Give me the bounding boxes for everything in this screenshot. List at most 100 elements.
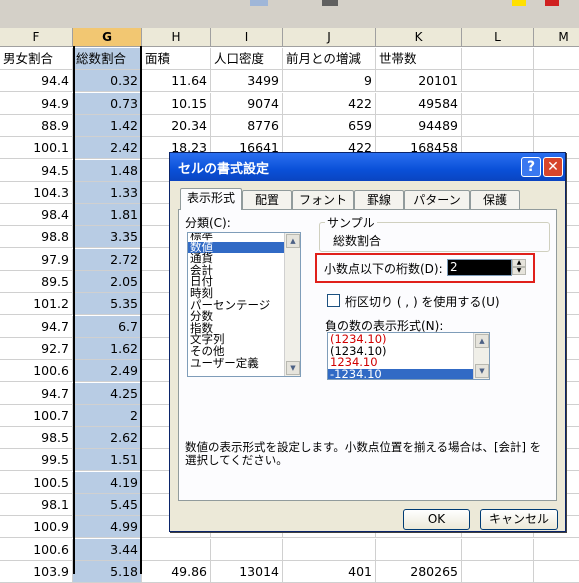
cell[interactable]: 100.9	[0, 516, 73, 539]
cell[interactable]: 5.35	[73, 293, 142, 316]
cell[interactable]: 3.44	[73, 538, 142, 561]
cell[interactable]: 98.5	[0, 427, 73, 450]
column-header[interactable]: G	[73, 28, 142, 46]
font-color-icon[interactable]	[545, 0, 559, 6]
close-button[interactable]: ✕	[543, 157, 563, 177]
column-header[interactable]: K	[376, 28, 462, 46]
cell[interactable]	[462, 92, 534, 115]
scroll-down-icon[interactable]: ▼	[475, 364, 489, 378]
cell[interactable]: 8776	[211, 114, 283, 137]
cell[interactable]: 4.19	[73, 471, 142, 494]
scroll-down-icon[interactable]: ▼	[286, 361, 300, 375]
cell[interactable]: 97.9	[0, 248, 73, 271]
cell[interactable]: 3499	[211, 70, 283, 93]
cell[interactable]	[142, 538, 211, 561]
cell[interactable]: 1.51	[73, 449, 142, 472]
cell[interactable]	[376, 538, 462, 561]
cell[interactable]: 49.86	[142, 560, 211, 583]
cell[interactable]	[534, 561, 579, 583]
thousands-separator-checkbox[interactable]	[327, 294, 340, 307]
decimal-places-spinner[interactable]: ▲ ▼	[512, 259, 526, 276]
toolbar-button-icon[interactable]	[250, 0, 268, 6]
cell[interactable]: 49584	[376, 92, 462, 115]
cell[interactable]: 94.5	[0, 159, 73, 182]
decimal-places-input[interactable]: 2	[447, 259, 512, 276]
cell[interactable]: 6.7	[73, 315, 142, 338]
toolbar-button-icon[interactable]	[322, 0, 338, 6]
cell[interactable]: 20101	[376, 70, 462, 93]
help-button[interactable]: ?	[521, 157, 541, 177]
cell[interactable]: 98.1	[0, 494, 73, 516]
cell[interactable]	[462, 560, 534, 583]
tab-font[interactable]: フォント	[292, 190, 354, 209]
column-header[interactable]: L	[462, 28, 534, 46]
cancel-button[interactable]: キャンセル	[480, 509, 558, 530]
cell[interactable]: 100.5	[0, 471, 73, 494]
tab-protection[interactable]: 保護	[470, 190, 520, 209]
cell[interactable]	[462, 48, 534, 70]
cell[interactable]: 人口密度	[211, 48, 283, 70]
cell[interactable]: 10.15	[142, 92, 211, 115]
cell[interactable]: 89.5	[0, 271, 73, 293]
cell[interactable]: 総数割合	[73, 48, 142, 70]
cell[interactable]	[283, 538, 376, 561]
cell[interactable]: 100.7	[0, 404, 73, 427]
cell[interactable]	[534, 93, 579, 115]
cell[interactable]: 94.7	[0, 382, 73, 405]
cell[interactable]: 11.64	[142, 70, 211, 93]
cell[interactable]: 9074	[211, 92, 283, 115]
cell[interactable]: 94.9	[0, 92, 73, 115]
column-header[interactable]: F	[0, 28, 73, 46]
cell[interactable]	[462, 114, 534, 137]
cell[interactable]: 1.48	[73, 159, 142, 182]
cell[interactable]	[534, 115, 579, 137]
cell[interactable]: 92.7	[0, 337, 73, 360]
cell[interactable]	[534, 539, 579, 561]
scroll-up-icon[interactable]: ▲	[475, 334, 489, 348]
dialog-titlebar[interactable]: セルの書式設定 ? ✕	[170, 153, 565, 181]
tab-alignment[interactable]: 配置	[242, 190, 292, 209]
cell[interactable]: 4.25	[73, 382, 142, 405]
cell[interactable]: 1.62	[73, 337, 142, 360]
cell[interactable]: 面積	[142, 48, 211, 70]
cell[interactable]: 0.32	[73, 70, 142, 93]
negative-format-item[interactable]: -1234.10	[328, 368, 489, 379]
cell[interactable]: 2.05	[73, 271, 142, 293]
cell[interactable]: 1.33	[73, 181, 142, 204]
cell[interactable]: 98.4	[0, 204, 73, 227]
category-listbox[interactable]: 標準 数値 通貨 会計 日付 時刻 パーセンテージ 分数 指数 文字列 その他 ユーザー定義 ▲ ▼	[187, 232, 301, 377]
cell[interactable]: 1.42	[73, 114, 142, 137]
negative-format-scrollbar[interactable]: ▲ ▼	[473, 333, 489, 379]
cell[interactable]: 2	[73, 404, 142, 427]
cell[interactable]: 5.18	[73, 560, 142, 583]
ok-button[interactable]: OK	[403, 509, 470, 530]
tab-border[interactable]: 罫線	[354, 190, 404, 209]
fill-color-icon[interactable]	[512, 0, 526, 6]
category-scrollbar[interactable]: ▲ ▼	[284, 233, 300, 376]
cell[interactable]	[534, 48, 579, 70]
cell[interactable]: 88.9	[0, 114, 73, 137]
cell[interactable]: 104.3	[0, 181, 73, 204]
cell[interactable]: 103.9	[0, 560, 73, 583]
cell[interactable]: 2.72	[73, 248, 142, 271]
cell[interactable]: 100.1	[0, 137, 73, 160]
cell[interactable]: 9	[283, 70, 376, 93]
cell[interactable]: 98.8	[0, 226, 73, 249]
cell[interactable]: 401	[283, 560, 376, 583]
cell[interactable]: 20.34	[142, 114, 211, 137]
spin-down-icon[interactable]: ▼	[512, 267, 526, 275]
cell[interactable]: 659	[283, 114, 376, 137]
cell[interactable]	[462, 70, 534, 93]
negative-format-listbox[interactable]: (1234.10) (1234.10) 1234.10 -1234.10 ▲ ▼	[327, 332, 490, 380]
cell[interactable]: 世帯数	[376, 48, 462, 70]
tab-pattern[interactable]: パターン	[404, 190, 470, 209]
cell[interactable]: 100.6	[0, 360, 73, 383]
column-header[interactable]: H	[142, 28, 211, 46]
cell[interactable]: 0.73	[73, 92, 142, 115]
cell[interactable]: 94.4	[0, 70, 73, 93]
spin-up-icon[interactable]: ▲	[512, 259, 526, 267]
cell[interactable]: 280265	[376, 560, 462, 583]
cell[interactable]: 94.7	[0, 315, 73, 338]
cell[interactable]: 5.45	[73, 494, 142, 516]
cell[interactable]: 4.99	[73, 516, 142, 539]
